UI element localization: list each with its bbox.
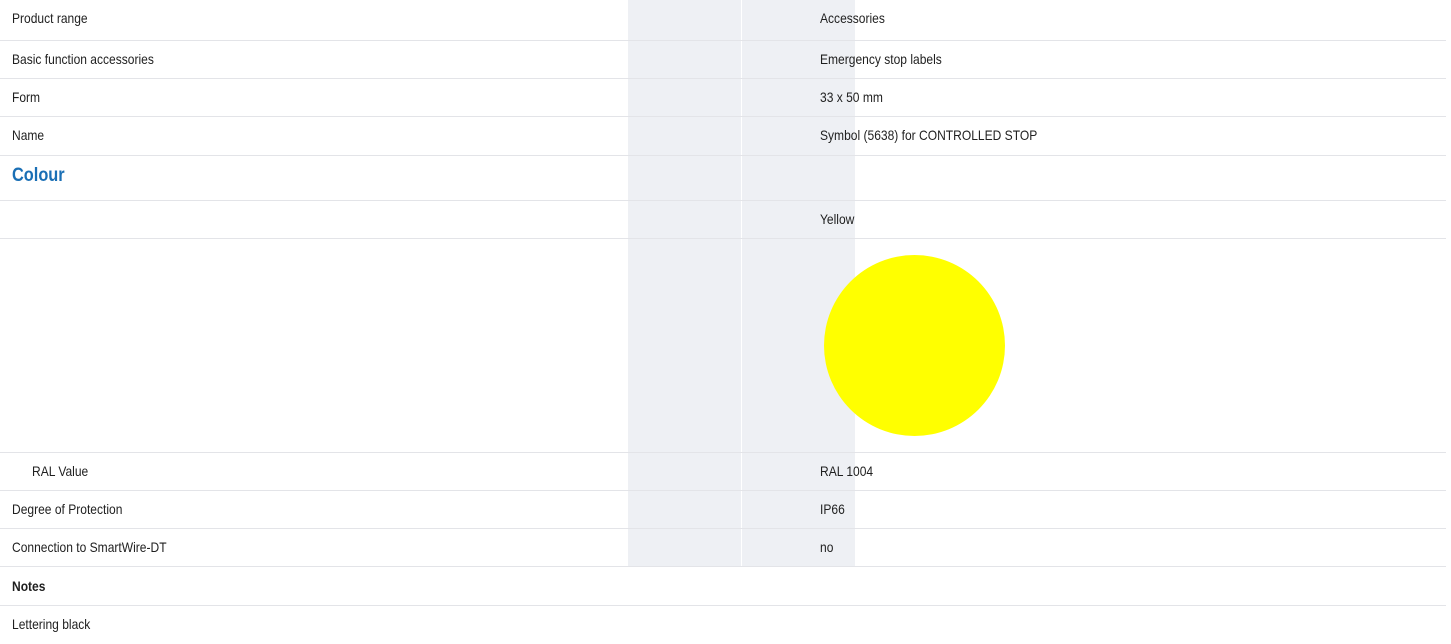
row-divider bbox=[0, 116, 1446, 117]
colour-swatch-circle bbox=[824, 255, 1005, 436]
row-value-basic-function-accessories: Emergency stop labels bbox=[820, 51, 942, 67]
row-divider bbox=[0, 200, 1446, 201]
row-value-product-range: Accessories bbox=[820, 10, 885, 26]
row-label-form: Form bbox=[12, 89, 41, 105]
row-divider bbox=[0, 238, 1446, 239]
row-divider bbox=[0, 605, 1446, 606]
notes-text: Lettering black bbox=[12, 616, 91, 632]
row-divider bbox=[0, 452, 1446, 453]
row-divider bbox=[0, 40, 1446, 41]
spacer-column-1 bbox=[628, 0, 741, 567]
row-label-product-range: Product range bbox=[12, 10, 88, 26]
row-value-name: Symbol (5638) for CONTROLLED STOP bbox=[820, 127, 1038, 143]
row-divider bbox=[0, 566, 1446, 567]
product-spec-table: Product range Accessories Basic function… bbox=[0, 0, 1451, 644]
spacer-column-2 bbox=[742, 0, 855, 567]
colour-name: Yellow bbox=[820, 211, 855, 227]
colour-heading: Colour bbox=[12, 165, 65, 186]
row-label-basic-function-accessories: Basic function accessories bbox=[12, 51, 154, 67]
row-value-form: 33 x 50 mm bbox=[820, 89, 883, 105]
row-divider bbox=[0, 78, 1446, 79]
row-divider bbox=[0, 528, 1446, 529]
row-divider bbox=[0, 155, 1446, 156]
row-value-connection-to-smartwire-dt: no bbox=[820, 539, 834, 555]
row-value-ral-value: RAL 1004 bbox=[820, 463, 874, 479]
row-label-ral-value: RAL Value bbox=[32, 463, 89, 479]
row-label-connection-to-smartwire-dt: Connection to SmartWire-DT bbox=[12, 539, 167, 555]
row-label-name: Name bbox=[12, 127, 45, 143]
row-divider bbox=[0, 490, 1446, 491]
notes-heading: Notes bbox=[12, 578, 46, 594]
row-value-degree-of-protection: IP66 bbox=[820, 501, 845, 517]
row-label-degree-of-protection: Degree of Protection bbox=[12, 501, 123, 517]
